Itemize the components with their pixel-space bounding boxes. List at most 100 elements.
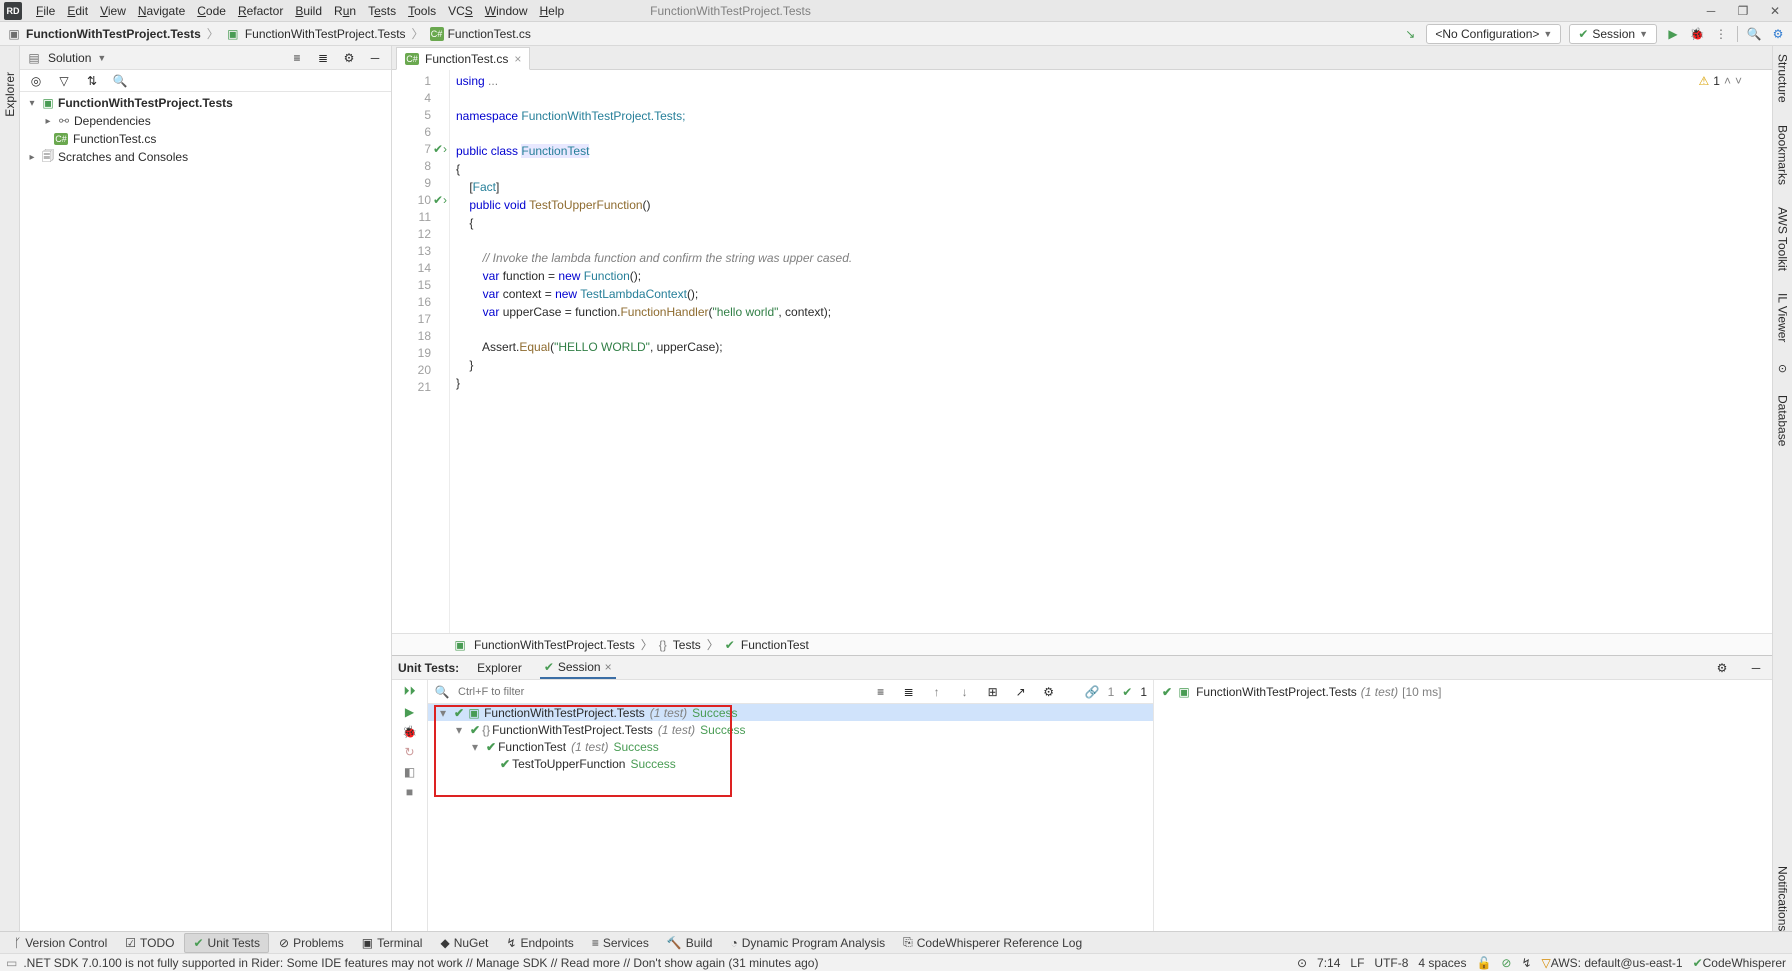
hide-icon[interactable]: ─ [365, 48, 385, 68]
gear-icon[interactable]: ⚙ [1039, 682, 1059, 702]
copilot-tab[interactable]: ⊙ [1776, 364, 1789, 373]
code-area[interactable]: using ... namespace FunctionWithTestProj… [450, 70, 1772, 633]
filter-input[interactable] [458, 686, 600, 698]
coverage-icon[interactable]: ◧ [404, 765, 415, 779]
menu-navigate[interactable]: Navigate [138, 4, 185, 18]
tree-row-deps[interactable]: ▸ ⚯ Dependencies [20, 112, 391, 130]
menu-edit[interactable]: Edit [67, 4, 88, 18]
menu-run[interactable]: Run [334, 4, 356, 18]
menu-code[interactable]: Code [197, 4, 226, 18]
breadcrumb-root[interactable]: ▣ FunctionWithTestProject.Tests 〉 [6, 25, 221, 42]
twb-codewhisperer[interactable]: ⎘CodeWhisperer Reference Log [895, 933, 1090, 953]
menu-help[interactable]: Help [539, 4, 564, 18]
bookmarks-tab[interactable]: Bookmarks [1776, 125, 1790, 185]
tab-session[interactable]: ✔ Session × [540, 656, 616, 679]
twb-dpa[interactable]: ◔Dynamic Program Analysis [722, 933, 893, 953]
caret-position[interactable]: 7:14 [1317, 956, 1340, 970]
menu-vcs[interactable]: VCS [448, 4, 473, 18]
tree-row-root[interactable]: ▾ ▣ FunctionWithTestProject.Tests [20, 94, 391, 112]
gear-icon[interactable]: ⚙ [1712, 658, 1732, 678]
twb-nuget[interactable]: ◆NuGet [432, 933, 496, 953]
locate-icon[interactable]: ◎ [26, 71, 46, 91]
run-config-selector[interactable]: <No Configuration> ▼ [1426, 24, 1561, 44]
twb-problems[interactable]: ⊘Problems [271, 933, 352, 953]
link-icon[interactable]: 🔗 [1085, 685, 1100, 699]
aws-toolkit-tab[interactable]: AWS Toolkit [1776, 207, 1790, 271]
sort-icon[interactable]: ⊞ [983, 682, 1003, 702]
breadcrumb-file[interactable]: C# FunctionTest.cs [430, 27, 531, 41]
tree-row-file[interactable]: C# FunctionTest.cs [20, 130, 391, 148]
explorer-tab[interactable]: Explorer [3, 72, 17, 117]
copilot-status-icon[interactable]: ⊙ [1297, 956, 1307, 970]
run-test-gutter-icon[interactable]: ✔› [433, 142, 447, 156]
inspection-ok-icon[interactable]: ⊘ [1501, 956, 1511, 970]
run-test-gutter-icon[interactable]: ✔› [433, 193, 447, 207]
notifications-tab[interactable]: Notifications [1776, 866, 1790, 931]
database-tab[interactable]: Database [1776, 395, 1790, 446]
settings-icon[interactable]: ⚙ [1770, 26, 1786, 42]
debug-icon[interactable]: 🐞 [402, 725, 417, 739]
menu-view[interactable]: View [100, 4, 126, 18]
tests-tree[interactable]: ▾ ✔ ▣ FunctionWithTestProject.Tests (1 t… [428, 704, 1153, 931]
debug-icon[interactable]: 🐞 [1689, 26, 1705, 42]
inspections-widget[interactable]: ⚠ 1 ˄ ˅ [1699, 74, 1742, 88]
sort-icon[interactable]: ⇅ [82, 71, 102, 91]
tab-explorer[interactable]: Explorer [473, 656, 526, 679]
twb-build[interactable]: 🔨Build [659, 933, 721, 953]
twb-version-control[interactable]: ᚴVersion Control [6, 933, 115, 953]
breadcrumb-project[interactable]: ▣ FunctionWithTestProject.Tests 〉 [225, 25, 426, 42]
test-row[interactable]: ▾ ✔ ▣ FunctionWithTestProject.Tests (1 t… [428, 704, 1153, 721]
power-icon[interactable]: ↯ [1521, 956, 1531, 970]
file-encoding[interactable]: UTF-8 [1374, 956, 1408, 970]
cw-status[interactable]: CodeWhisperer [1703, 956, 1786, 970]
status-message[interactable]: .NET SDK 7.0.100 is not fully supported … [23, 956, 818, 970]
twb-endpoints[interactable]: ↯Endpoints [498, 933, 581, 953]
readonly-icon[interactable]: 🔓 [1476, 956, 1491, 970]
hide-icon[interactable]: ─ [1746, 658, 1766, 678]
line-separator[interactable]: LF [1350, 956, 1364, 970]
filter-icon[interactable]: ▽ [54, 71, 74, 91]
rerun-icon[interactable]: ↻ [404, 745, 414, 759]
build-icon[interactable]: ↘ [1402, 26, 1418, 42]
search-icon[interactable]: 🔍 [110, 71, 130, 91]
test-row[interactable]: ✔ TestToUpperFunction Success [428, 755, 1153, 772]
twb-terminal[interactable]: ▣Terminal [354, 933, 431, 953]
aws-status[interactable]: AWS: default@us-east-1 [1551, 956, 1683, 970]
menu-file[interactable]: File [36, 4, 55, 18]
run-all-icon[interactable]: ⏵⏵ [403, 684, 415, 699]
stop-icon[interactable]: ■ [406, 785, 413, 799]
test-row[interactable]: ▾ ✔ {} FunctionWithTestProject.Tests (1 … [428, 721, 1153, 738]
breadcrumb-label[interactable]: FunctionTest [741, 638, 809, 652]
export-icon[interactable]: ↗ [1011, 682, 1031, 702]
breadcrumb-label[interactable]: Tests [673, 638, 701, 652]
il-viewer-tab[interactable]: IL Viewer [1776, 293, 1790, 342]
close-icon[interactable]: ✕ [1768, 4, 1782, 18]
tree-row-scratches[interactable]: ▸ 🗐 Scratches and Consoles [20, 148, 391, 166]
editor-tab[interactable]: C# FunctionTest.cs × [396, 47, 530, 70]
maximize-icon[interactable]: ❐ [1736, 4, 1750, 18]
menu-window[interactable]: Window [485, 4, 528, 18]
menu-build[interactable]: Build [295, 4, 322, 18]
aws-icon[interactable]: ▽ [1542, 956, 1551, 970]
run-icon[interactable]: ▶ [1665, 26, 1681, 42]
twb-services[interactable]: ≡Services [584, 933, 657, 953]
chevron-up-icon[interactable]: ˄ [1724, 74, 1731, 88]
close-icon[interactable]: × [605, 660, 612, 674]
close-tab-icon[interactable]: × [514, 52, 521, 66]
search-icon[interactable]: 🔍 [1746, 26, 1762, 42]
solution-view-dropdown-icon[interactable]: ▼ [97, 53, 106, 63]
minimize-icon[interactable]: ─ [1704, 4, 1718, 18]
twb-todo[interactable]: ☑TODO [117, 933, 182, 953]
solution-tree[interactable]: ▾ ▣ FunctionWithTestProject.Tests ▸ ⚯ De… [20, 92, 391, 931]
menu-tools[interactable]: Tools [408, 4, 436, 18]
up-icon[interactable]: ↑ [927, 682, 947, 702]
twb-unit-tests[interactable]: ✔Unit Tests [184, 933, 269, 953]
gear-icon[interactable]: ⚙ [339, 48, 359, 68]
run-icon[interactable]: ▶ [405, 705, 414, 719]
menu-refactor[interactable]: Refactor [238, 4, 283, 18]
indent-config[interactable]: 4 spaces [1418, 956, 1466, 970]
test-row[interactable]: ▾ ✔ FunctionTest (1 test) Success [428, 738, 1153, 755]
expand-all-icon[interactable]: ≡ [287, 48, 307, 68]
menu-tests[interactable]: Tests [368, 4, 396, 18]
status-icon[interactable]: ▭ [6, 956, 17, 970]
